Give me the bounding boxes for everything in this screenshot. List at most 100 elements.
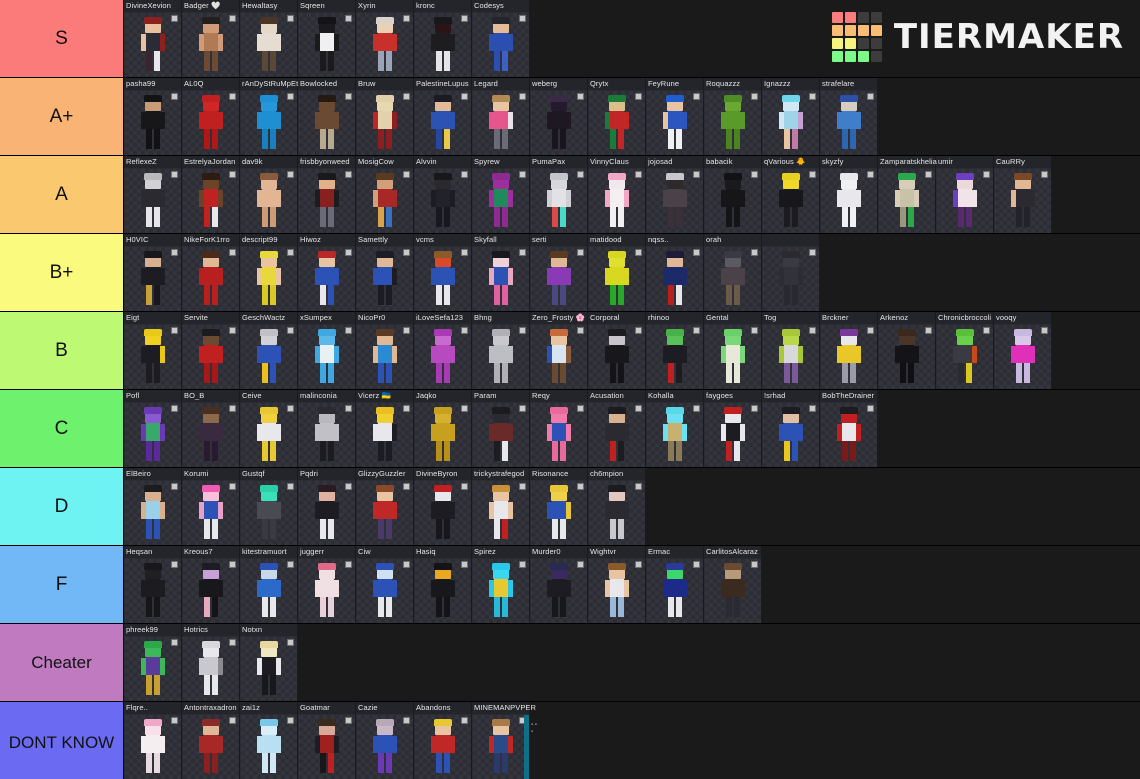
item-select-checkbox[interactable] [519, 171, 526, 178]
tier-item[interactable]: vooqy [994, 312, 1052, 389]
item-select-checkbox[interactable] [229, 327, 236, 334]
tier-items-container[interactable]: H0VIC NikeForK1rro descript99 Hiwoz Samettly… [124, 234, 1140, 311]
tier-item[interactable]: Abandons [414, 702, 472, 779]
item-select-checkbox[interactable] [461, 15, 468, 22]
item-select-checkbox[interactable] [867, 93, 874, 100]
tier-item[interactable]: vcms [414, 234, 472, 311]
item-select-checkbox[interactable] [693, 327, 700, 334]
tier-item[interactable]: matidood [588, 234, 646, 311]
item-select-checkbox[interactable] [519, 405, 526, 412]
item-select-checkbox[interactable] [635, 171, 642, 178]
tier-item[interactable]: DivineXevion [124, 0, 182, 77]
item-select-checkbox[interactable] [229, 93, 236, 100]
tier-label-dont-know[interactable]: DONT KNOW [0, 702, 124, 779]
item-select-checkbox[interactable] [519, 327, 526, 334]
tier-item[interactable]: GlizzyGuzzler [356, 468, 414, 545]
tier-item[interactable]: Cazie [356, 702, 414, 779]
item-select-checkbox[interactable] [229, 171, 236, 178]
tier-item[interactable]: CauRRy [994, 156, 1052, 233]
item-select-checkbox[interactable] [983, 327, 990, 334]
tier-label-f[interactable]: F [0, 546, 124, 623]
item-select-checkbox[interactable] [577, 483, 584, 490]
tier-item[interactable]: Pofl [124, 390, 182, 467]
tier-item[interactable]: Samettly [356, 234, 414, 311]
tier-items-container[interactable]: Heqsan Kreous7 kitestramuort juggerr Ciw Hasi… [124, 546, 1140, 623]
item-select-checkbox[interactable] [693, 405, 700, 412]
item-select-checkbox[interactable] [171, 639, 178, 646]
tier-label-b-[interactable]: B+ [0, 234, 124, 311]
item-select-checkbox[interactable] [925, 171, 932, 178]
tier-item[interactable]: dav9k [240, 156, 298, 233]
tier-item[interactable]: EstrelyaJordan [182, 156, 240, 233]
item-select-checkbox[interactable] [287, 639, 294, 646]
tier-item[interactable]: frisbbyonweed [298, 156, 356, 233]
tier-item[interactable]: FeyRune [646, 78, 704, 155]
item-select-checkbox[interactable] [925, 327, 932, 334]
tier-item[interactable]: weberg [530, 78, 588, 155]
item-select-checkbox[interactable] [983, 171, 990, 178]
tier-item[interactable]: Heqsan [124, 546, 182, 623]
tier-item[interactable]: Ciw [356, 546, 414, 623]
item-select-checkbox[interactable] [287, 93, 294, 100]
tier-item[interactable]: Alvvin [414, 156, 472, 233]
tier-item[interactable]: BobTheDrainer [820, 390, 878, 467]
item-select-checkbox[interactable] [345, 483, 352, 490]
item-select-checkbox[interactable] [229, 249, 236, 256]
tier-item[interactable]: babacik [704, 156, 762, 233]
tier-item[interactable]: Corporal [588, 312, 646, 389]
item-select-checkbox[interactable] [461, 561, 468, 568]
tier-item[interactable]: Skyfall [472, 234, 530, 311]
tier-label-c[interactable]: C [0, 390, 124, 467]
tier-item[interactable]: descript99 [240, 234, 298, 311]
tier-item[interactable]: ElBeiro [124, 468, 182, 545]
item-select-checkbox[interactable] [287, 15, 294, 22]
item-select-checkbox[interactable] [577, 93, 584, 100]
tier-item[interactable]: AL0Q [182, 78, 240, 155]
item-select-checkbox[interactable] [287, 249, 294, 256]
tier-item[interactable]: ReflexeZ [124, 156, 182, 233]
tier-label-b[interactable]: B [0, 312, 124, 389]
tier-item[interactable] [762, 234, 820, 311]
item-select-checkbox[interactable] [171, 327, 178, 334]
tier-item[interactable]: pasha99 [124, 78, 182, 155]
item-select-checkbox[interactable] [461, 483, 468, 490]
tier-item[interactable]: Risonance [530, 468, 588, 545]
item-select-checkbox[interactable] [171, 15, 178, 22]
item-select-checkbox[interactable] [403, 483, 410, 490]
item-select-checkbox[interactable] [345, 15, 352, 22]
tier-item[interactable]: Hasiq [414, 546, 472, 623]
tier-item[interactable]: MosigCow [356, 156, 414, 233]
tier-item[interactable]: rAnDyStRuMpEt [240, 78, 298, 155]
item-select-checkbox[interactable] [751, 171, 758, 178]
item-select-checkbox[interactable] [229, 639, 236, 646]
tier-item[interactable]: Qrytx [588, 78, 646, 155]
item-select-checkbox[interactable] [345, 171, 352, 178]
tier-item[interactable]: strafelare [820, 78, 878, 155]
tier-item[interactable]: Eigt [124, 312, 182, 389]
item-select-checkbox[interactable] [403, 717, 410, 724]
item-select-checkbox[interactable] [229, 483, 236, 490]
tier-item[interactable]: MINEMANPVPER ▪ ▪ ▪ [472, 702, 537, 779]
item-select-checkbox[interactable] [461, 717, 468, 724]
item-select-checkbox[interactable] [693, 249, 700, 256]
item-select-checkbox[interactable] [287, 717, 294, 724]
item-select-checkbox[interactable] [229, 405, 236, 412]
item-select-checkbox[interactable] [461, 93, 468, 100]
item-select-checkbox[interactable] [519, 15, 526, 22]
tier-item[interactable]: Hewaltasy [240, 0, 298, 77]
item-select-checkbox[interactable] [1041, 171, 1048, 178]
tier-label-d[interactable]: D [0, 468, 124, 545]
tier-item[interactable]: NikeForK1rro [182, 234, 240, 311]
item-select-checkbox[interactable] [809, 171, 816, 178]
tier-item[interactable]: Ceive [240, 390, 298, 467]
tier-item[interactable]: faygoes [704, 390, 762, 467]
item-select-checkbox[interactable] [519, 561, 526, 568]
tier-label-cheater[interactable]: Cheater [0, 624, 124, 701]
tier-item[interactable]: Roquazzz [704, 78, 762, 155]
item-select-checkbox[interactable] [809, 327, 816, 334]
tier-items-container[interactable]: pasha99 AL0Q rAnDyStRuMpEt Bowlocked Bruw Pal… [124, 78, 1140, 155]
tier-item[interactable]: Brckner [820, 312, 878, 389]
tier-item[interactable]: xSumpex [298, 312, 356, 389]
item-select-checkbox[interactable] [229, 561, 236, 568]
item-select-checkbox[interactable] [171, 483, 178, 490]
